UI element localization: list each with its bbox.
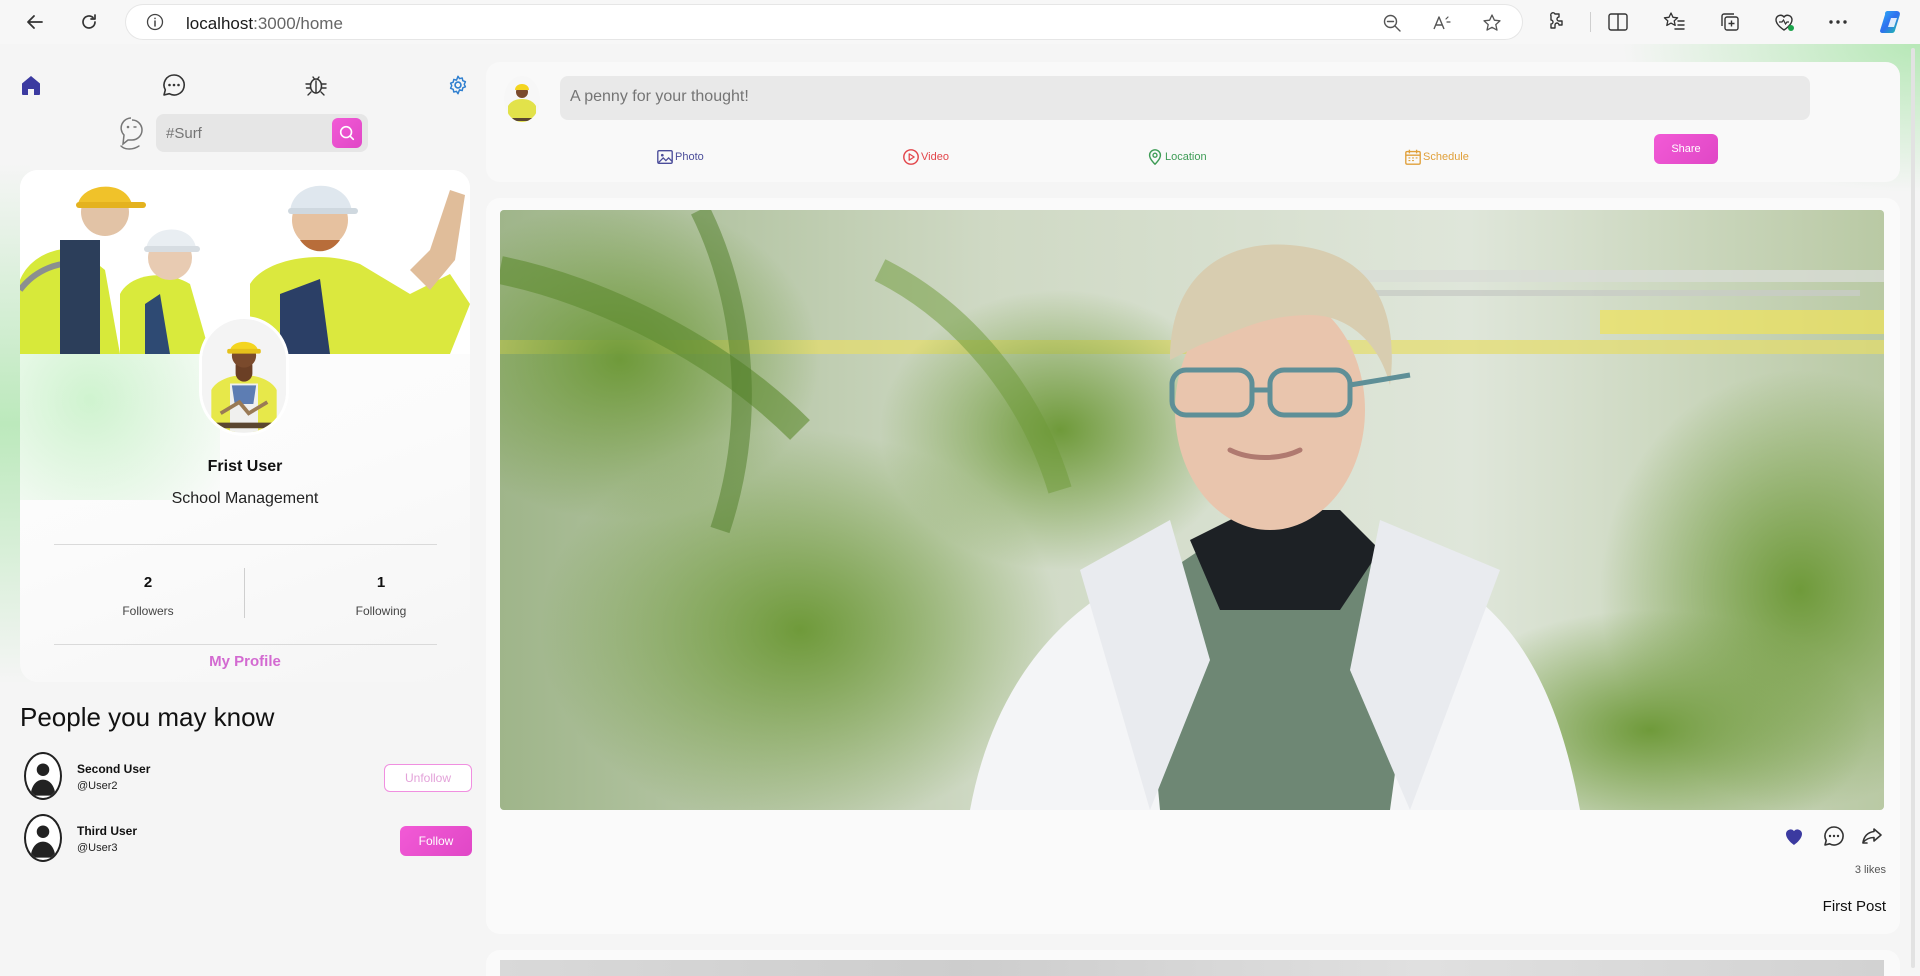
avatar[interactable] (24, 752, 62, 800)
post-image (500, 210, 1884, 810)
notifications-nav-button[interactable] (301, 70, 331, 100)
photo-action[interactable]: Photo (656, 148, 704, 166)
stat-divider (244, 568, 245, 618)
search-input[interactable] (166, 123, 326, 143)
likes-count: 3 likes (1854, 864, 1886, 876)
profile-name: Frist User (207, 458, 283, 475)
next-post-card (486, 950, 1900, 976)
video-play-icon (903, 149, 919, 165)
bug-notification-icon (305, 76, 327, 96)
following-count: 1 (376, 574, 386, 591)
share-post-button[interactable] (1858, 822, 1886, 850)
profile-avatar[interactable] (199, 316, 289, 436)
worker-avatar-image (202, 320, 286, 432)
zoom-out-icon[interactable] (1382, 13, 1402, 33)
unfollow-button[interactable]: Unfollow (384, 764, 472, 792)
toolbar-separator (1590, 12, 1591, 32)
greenhouse-scientist-photo (500, 210, 1884, 810)
divider (54, 644, 437, 645)
schedule-action[interactable]: Schedule (1404, 148, 1469, 166)
split-screen-icon[interactable] (1606, 10, 1630, 34)
search-icon (339, 125, 355, 141)
top-nav (16, 70, 476, 110)
settings-nav-button[interactable] (443, 70, 473, 100)
search-button[interactable] (332, 118, 362, 148)
location-action[interactable]: Location (1146, 148, 1207, 166)
url-path: :3000/home (253, 14, 343, 33)
divider (54, 544, 437, 545)
share-button[interactable]: Share (1654, 134, 1718, 164)
person-item: Third User @User3 Follow (24, 814, 472, 866)
refresh-button[interactable] (74, 7, 104, 37)
followers-count: 2 (143, 574, 153, 591)
home-icon (22, 76, 40, 95)
page-scrollbar[interactable] (1910, 48, 1916, 968)
next-post-image (500, 960, 1884, 976)
browser-essentials-icon[interactable] (1772, 10, 1796, 34)
like-button[interactable] (1780, 822, 1808, 850)
url-host: localhost (186, 14, 254, 33)
search-box (156, 114, 368, 152)
comment-icon (1824, 826, 1844, 846)
read-aloud-icon[interactable] (1432, 13, 1452, 33)
location-label: Location (1165, 151, 1207, 163)
composer-avatar (504, 76, 540, 122)
my-profile-link[interactable]: My Profile (20, 653, 470, 670)
browser-toolbar: localhost:3000/home (0, 0, 1920, 44)
avatar[interactable] (24, 814, 62, 862)
user-silhouette-icon (30, 763, 56, 796)
person-handle: @User2 (77, 780, 118, 792)
url-text: localhost:3000/home (186, 14, 343, 34)
post-card: 3 likes First Post (486, 198, 1900, 934)
video-label: Video (921, 151, 949, 163)
post-actions (1756, 822, 1886, 852)
schedule-label: Schedule (1423, 151, 1469, 163)
post-composer: Photo Video Location Schedule Share (486, 62, 1900, 182)
site-info-icon[interactable] (146, 13, 164, 31)
profile-card: Frist User School Management 2 Followers… (20, 170, 470, 682)
extensions-icon[interactable] (1546, 10, 1570, 34)
person-name: Third User (77, 824, 138, 838)
people-you-may-know-title: People you may know (20, 702, 275, 732)
calendar-icon (1405, 149, 1421, 165)
worker-avatar-image (504, 76, 540, 122)
thought-input[interactable] (570, 88, 1470, 106)
photo-icon (657, 150, 673, 164)
collections-icon[interactable] (1718, 10, 1742, 34)
follow-button[interactable]: Follow (400, 826, 472, 856)
share-icon (1862, 828, 1882, 844)
copilot-icon[interactable] (1878, 8, 1906, 36)
logo-icon (120, 117, 143, 150)
favorite-star-icon[interactable] (1482, 13, 1502, 33)
followers-label: Followers (122, 604, 174, 618)
profile-role: School Management (171, 490, 319, 507)
gear-icon (449, 75, 467, 95)
back-button[interactable] (20, 7, 50, 37)
home-nav-button[interactable] (16, 70, 46, 100)
more-options-icon[interactable] (1826, 10, 1850, 34)
person-name: Second User (77, 762, 151, 776)
location-pin-icon (1148, 149, 1162, 166)
following-label: Following (355, 604, 407, 618)
comment-button[interactable] (1820, 822, 1848, 850)
post-caption: First Post (1822, 898, 1886, 915)
search-row (116, 114, 376, 154)
video-action[interactable]: Video (902, 148, 949, 166)
heart-icon (1786, 829, 1802, 845)
person-item: Second User @User2 Unfollow (24, 752, 472, 804)
app-page: Frist User School Management 2 Followers… (0, 44, 1920, 976)
followers-stat: 2 Followers (78, 574, 218, 618)
photo-label: Photo (675, 151, 704, 163)
favorites-icon[interactable] (1662, 10, 1686, 34)
user-silhouette-icon (30, 825, 56, 858)
chat-icon (163, 74, 186, 96)
thought-box (560, 76, 1810, 120)
following-stat: 1 Following (311, 574, 451, 618)
address-bar[interactable]: localhost:3000/home (126, 5, 1522, 39)
person-handle: @User3 (77, 842, 118, 854)
back-arrow-icon (27, 15, 43, 29)
refresh-icon (82, 14, 96, 29)
chat-nav-button[interactable] (159, 70, 189, 100)
